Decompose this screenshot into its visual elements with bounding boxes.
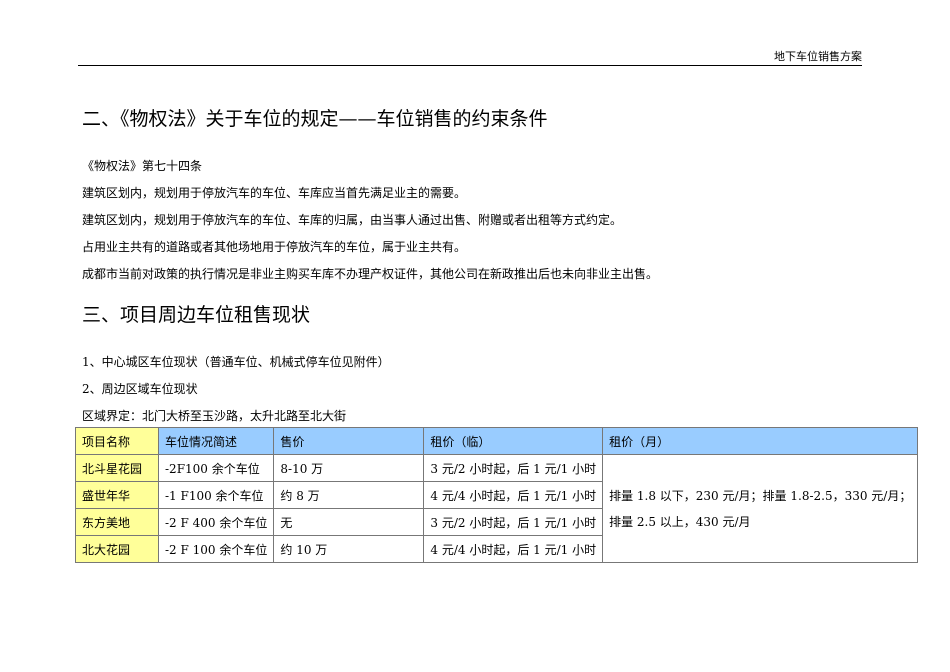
header-cell: 租价（临） [423,427,604,455]
paragraph: 《物权法》第七十四条 [82,159,203,173]
header-rule [78,65,862,66]
header-cell: 租价（月） [602,427,919,455]
paragraph: 成都市当前对政策的执行情况是非业主购买车库不办理产权证件，其他公司在新政推出后也… [82,267,659,281]
table-row: 北斗星花园 -2F100 余个车位 8-10 万 3 元/2 小时起，后 1 元… [75,454,919,563]
cell: 约 10 万 [273,535,425,563]
cell: 4 元/4 小时起，后 1 元/1 小时 [423,535,604,563]
table-header-row: 项目名称 车位情况简述 售价 租价（临） 租价（月） [75,427,919,455]
cell: 3 元/2 小时起，后 1 元/1 小时 [423,508,604,536]
cell: 盛世年华 [75,481,159,509]
cell: 北大花园 [75,535,159,563]
paragraph: 占用业主共有的道路或者其他场地用于停放汽车的车位，属于业主共有。 [82,240,467,254]
paragraph: 1、中心城区车位现状（普通车位、机械式停车位见附件） [82,355,390,369]
section3-title: 三、项目周边车位租售现状 [82,304,311,326]
paragraph: 区域界定：北门大桥至玉沙路，太升北路至北大街 [82,409,347,423]
cell: 北斗星花园 [75,454,159,482]
cell: -2 F 100 余个车位 [157,535,275,563]
page-header: 地下车位销售方案 [774,50,862,63]
header-cell: 车位情况简述 [157,427,275,455]
header-cell: 项目名称 [75,427,159,455]
cell: 8-10 万 [273,454,425,482]
paragraph: 建筑区划内，规划用于停放汽车的车位、车库的归属，由当事人通过出售、附赠或者出租等… [82,213,623,227]
document-page: 地下车位销售方案 二、《物权法》关于车位的规定——车位销售的约束条件 《物权法》… [0,0,950,672]
cell: 无 [273,508,425,536]
cell: -2 F 400 余个车位 [157,508,275,536]
cell: 3 元/2 小时起，后 1 元/1 小时 [423,454,604,482]
header-cell: 售价 [273,427,425,455]
cell: -2F100 余个车位 [157,454,275,482]
monthly-cell: 排量 1.8 以下，230 元/月；排量 1.8-2.5，330 元/月； 排量 … [602,454,919,563]
paragraph: 2、周边区域车位现状 [82,382,198,396]
parking-table: 项目名称 车位情况简述 售价 租价（临） 租价（月） 北斗星花园 -2F100 … [75,427,919,563]
section2-title: 二、《物权法》关于车位的规定——车位销售的约束条件 [82,108,548,130]
cell: 4 元/4 小时起，后 1 元/1 小时 [423,481,604,509]
cell: 东方美地 [75,508,159,536]
monthly-line: 排量 2.5 以上，430 元/月 [609,514,751,529]
cell: -1 F100 余个车位 [157,481,275,509]
paragraph: 建筑区划内，规划用于停放汽车的车位、车库应当首先满足业主的需要。 [82,186,467,200]
cell: 约 8 万 [273,481,425,509]
monthly-line: 排量 1.8 以下，230 元/月；排量 1.8-2.5，330 元/月； [609,488,912,503]
